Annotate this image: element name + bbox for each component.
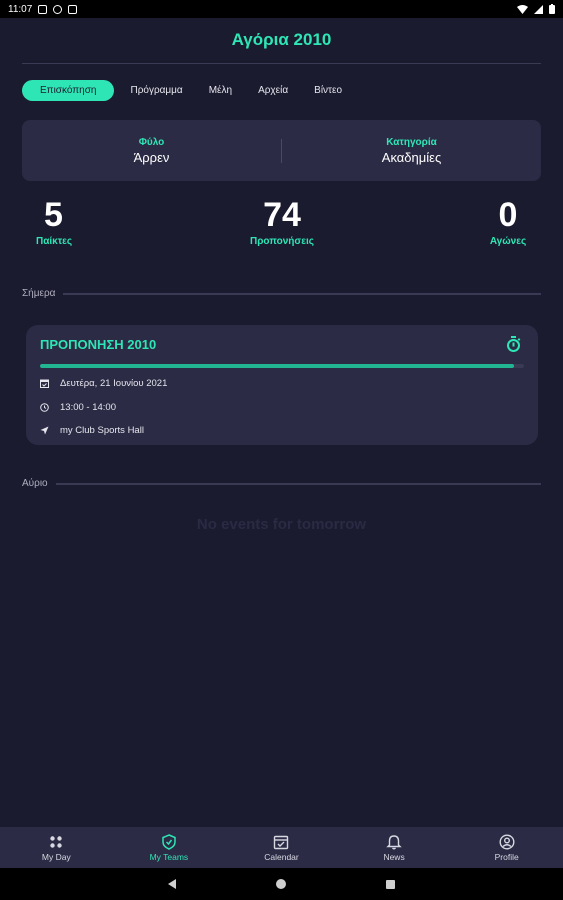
wifi-icon (517, 4, 528, 14)
event-title: ΠΡΟΠΟΝΗΣΗ 2010 (40, 337, 157, 352)
calendar-check-icon (40, 379, 49, 388)
trainings-label: Προπονήσεις (250, 236, 314, 247)
nav-news[interactable]: News (338, 827, 451, 868)
nav-label: My Day (41, 851, 71, 862)
system-navigation-bar (0, 868, 563, 900)
app-icon (53, 4, 63, 14)
category-value: Ακαδημίες (381, 149, 442, 165)
bell-icon (386, 834, 402, 849)
title-divider (22, 63, 541, 64)
sd-card-icon (68, 4, 78, 14)
status-bar: 11:07 (0, 0, 563, 18)
tab-overview[interactable]: Επισκόπηση (22, 80, 115, 101)
nav-calendar[interactable]: Calendar (225, 827, 338, 868)
category-info: Κατηγορία Ακαδημίες (282, 137, 541, 165)
tab-video[interactable]: Βίντεο (304, 80, 352, 101)
players-stat: 5 Παίκτες (22, 196, 92, 247)
nav-label: Calendar (264, 851, 299, 862)
status-time: 11:07 (8, 3, 33, 15)
event-location-row: my Club Sports Hall (40, 425, 144, 436)
event-date: Δευτέρα, 21 Ιουνίου 2021 (60, 378, 168, 389)
event-card[interactable]: ΠΡΟΠΟΝΗΣΗ 2010 Δευτέρα, 21 Ιουνίου 2021 … (26, 325, 538, 445)
today-heading: Σήμερα (22, 288, 56, 299)
matches-count: 0 (498, 196, 518, 234)
stopwatch-icon (507, 336, 521, 352)
home-icon[interactable] (276, 879, 286, 889)
navigation-arrow-icon (40, 426, 49, 435)
matches-label: Αγώνες (489, 236, 527, 247)
back-icon[interactable] (168, 879, 176, 889)
tomorrow-heading: Αύριο (22, 478, 48, 489)
nav-profile[interactable]: Profile (450, 827, 563, 868)
notification-icon (38, 4, 48, 14)
nav-label: My Teams (149, 851, 189, 862)
recents-icon[interactable] (386, 879, 395, 889)
section-divider (63, 292, 541, 295)
event-progress-bar (40, 364, 524, 368)
tab-members[interactable]: Μέλη (199, 80, 242, 101)
tab-schedule[interactable]: Πρόγραμμα (120, 80, 192, 101)
profile-icon (499, 833, 515, 850)
bottom-navigation: My Day My Teams Calendar News Profile (0, 827, 563, 868)
event-time: 13:00 - 14:00 (60, 402, 116, 413)
shield-icon (162, 833, 176, 850)
battery-icon (549, 4, 555, 14)
today-section-header: Σήμερα (22, 288, 541, 299)
signal-icon (534, 4, 543, 14)
category-label: Κατηγορία (386, 136, 437, 148)
event-time-row: 13:00 - 14:00 (40, 402, 116, 413)
gender-info: Φύλο Άρρεν (22, 137, 281, 165)
players-count: 5 (44, 196, 63, 234)
tomorrow-section-header: Αύριο (22, 478, 541, 489)
nav-label: Profile (494, 851, 519, 862)
event-progress-fill (40, 364, 515, 368)
trainings-count: 74 (263, 196, 301, 234)
trainings-stat: 74 Προπονήσεις (232, 196, 332, 247)
nav-my-teams[interactable]: My Teams (113, 827, 226, 868)
event-date-row: Δευτέρα, 21 Ιουνίου 2021 (40, 378, 167, 389)
calendar-icon (274, 835, 289, 849)
gender-value: Άρρεν (133, 149, 170, 165)
section-divider (55, 482, 541, 485)
tab-files[interactable]: Αρχεία (248, 80, 298, 101)
tab-bar: Επισκόπηση Πρόγραμμα Μέλη Αρχεία Βίντεο (22, 80, 352, 101)
clock-icon (40, 403, 49, 412)
grid-icon (50, 835, 62, 848)
nav-label: News (383, 851, 405, 862)
empty-state-text: No events for tomorrow (196, 516, 367, 533)
nav-my-day[interactable]: My Day (0, 827, 113, 868)
players-label: Παίκτες (36, 236, 73, 247)
event-location: my Club Sports Hall (60, 425, 144, 436)
team-info-card: Φύλο Άρρεν Κατηγορία Ακαδημίες (22, 120, 541, 181)
gender-label: Φύλο (138, 136, 165, 148)
page-title: Αγόρια 2010 (231, 30, 332, 49)
matches-stat: 0 Αγώνες (476, 196, 540, 247)
